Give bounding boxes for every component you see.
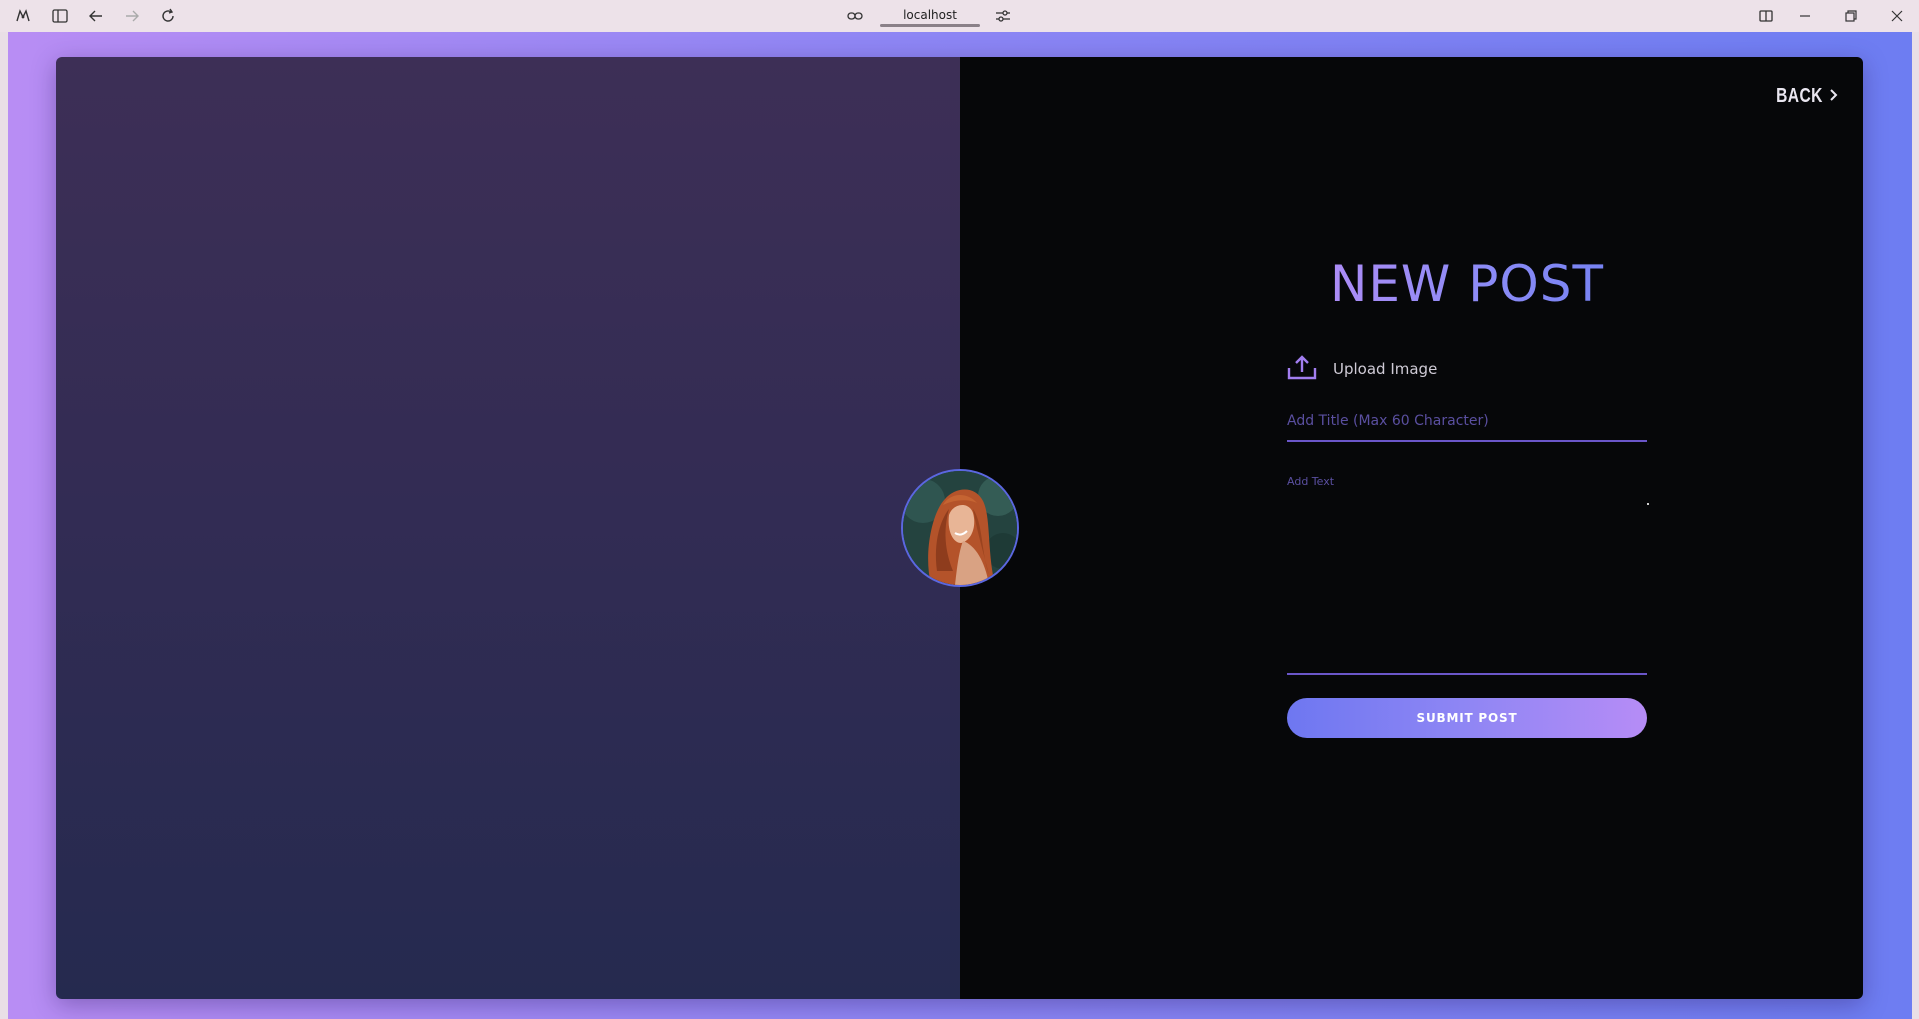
url-underline <box>880 24 980 27</box>
page-background: BACK NEW POST Upload Image Add Title (Ma… <box>8 32 1912 1019</box>
maximize-icon[interactable] <box>1841 6 1861 26</box>
post-text-area[interactable] <box>1287 475 1647 675</box>
upload-icon <box>1287 354 1317 384</box>
avatar <box>901 469 1019 587</box>
back-arrow-icon[interactable] <box>86 6 106 26</box>
textarea-resize-handle[interactable] <box>1647 503 1649 505</box>
chevron-right-icon <box>1829 87 1839 106</box>
submit-post-button[interactable]: SUBMIT POST <box>1287 698 1647 738</box>
post-card: BACK NEW POST Upload Image Add Title (Ma… <box>56 57 1863 999</box>
sidebar-toggle-icon[interactable] <box>50 6 70 26</box>
page-title: NEW POST <box>1287 255 1647 313</box>
app-logo-icon[interactable] <box>13 6 33 26</box>
back-button[interactable]: BACK <box>1763 85 1839 108</box>
upload-image-button[interactable]: Upload Image <box>1287 354 1437 384</box>
minimize-icon[interactable] <box>1795 6 1815 26</box>
address-bar[interactable]: localhost <box>880 0 980 32</box>
reload-icon[interactable] <box>158 6 178 26</box>
post-title-input[interactable] <box>1287 402 1647 442</box>
forward-arrow-icon[interactable] <box>122 6 142 26</box>
site-settings-icon[interactable] <box>993 6 1013 26</box>
split-view-icon[interactable] <box>1756 6 1776 26</box>
upload-image-label: Upload Image <box>1333 360 1438 378</box>
image-preview-panel <box>56 57 960 999</box>
close-icon[interactable] <box>1887 6 1907 26</box>
url-text[interactable]: localhost <box>880 8 980 22</box>
browser-toolbar: localhost <box>0 0 1919 32</box>
back-label: BACK <box>1776 85 1823 107</box>
link-icon[interactable] <box>845 6 865 26</box>
